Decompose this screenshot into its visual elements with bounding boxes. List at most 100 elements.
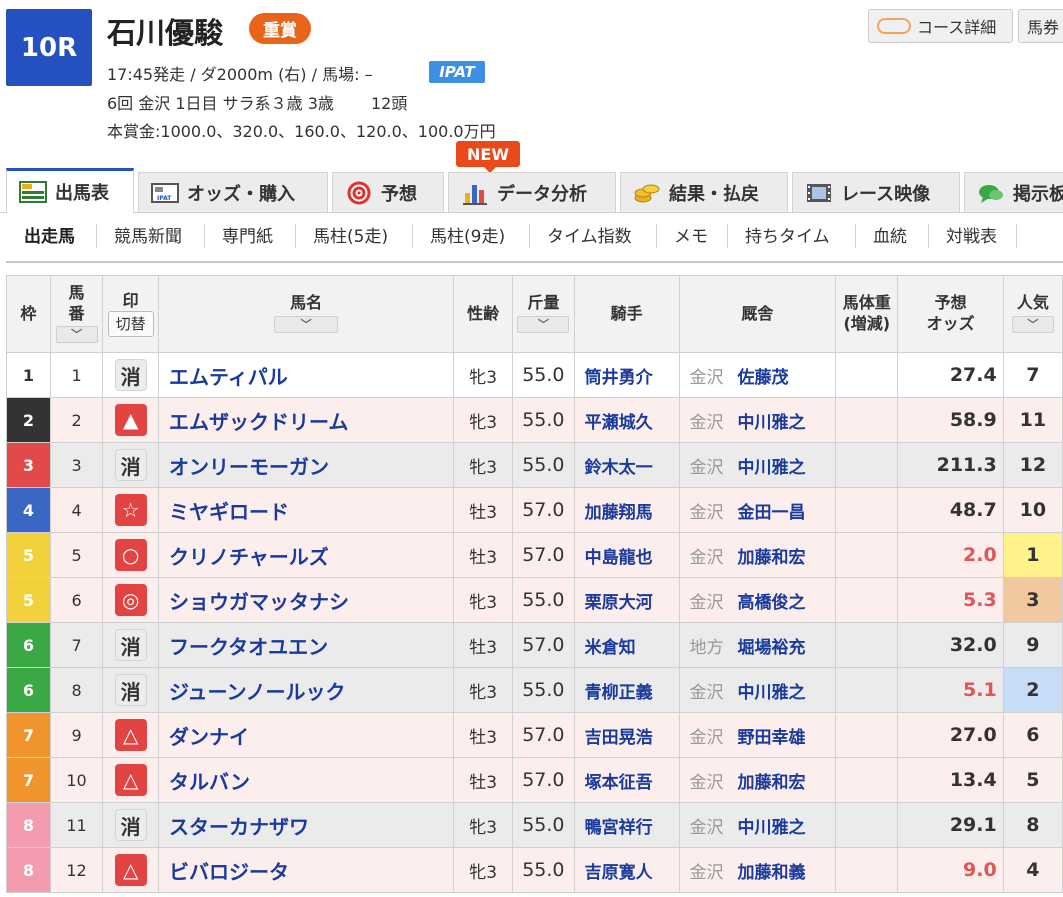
- jockey-link[interactable]: 米倉知: [573, 622, 680, 668]
- tab-data-analysis[interactable]: データ分析: [448, 172, 616, 212]
- mark-toggle-button[interactable]: 切替: [107, 311, 154, 338]
- subtab-umabashira-9[interactable]: 馬柱(9走): [430, 222, 505, 247]
- trainer-link[interactable]: 中川雅之: [738, 413, 806, 433]
- sort-arrow-icon[interactable]: ﹀: [55, 326, 98, 344]
- subtab-shussouba[interactable]: 出走馬: [24, 222, 75, 247]
- trainer-link[interactable]: 中川雅之: [738, 458, 806, 478]
- mark-button[interactable]: 消: [114, 629, 147, 661]
- col-umaban[interactable]: 馬 番 ﹀: [49, 275, 104, 353]
- horse-name-link[interactable]: スターカナザワ: [157, 802, 455, 848]
- subtab-time-index[interactable]: タイム指数: [547, 222, 632, 247]
- horse-name-link[interactable]: ミヤギロード: [157, 487, 455, 533]
- subtab-memo[interactable]: メモ: [674, 222, 708, 247]
- mark-button[interactable]: 消: [114, 449, 147, 481]
- mark-cell[interactable]: 消: [102, 802, 159, 848]
- mark-button[interactable]: ☆: [114, 494, 147, 526]
- sort-arrow-icon[interactable]: ﹀: [517, 316, 570, 333]
- sort-arrow-icon[interactable]: ﹀: [1011, 316, 1054, 333]
- jockey-link[interactable]: 鴨宮祥行: [573, 802, 680, 848]
- sort-arrow-icon[interactable]: ﹀: [274, 316, 339, 333]
- jockey-link[interactable]: 栗原大河: [573, 577, 680, 623]
- subtab-separator: [1016, 224, 1017, 248]
- odds-cell: 211.3: [897, 442, 1004, 488]
- jockey-link[interactable]: 塚本征吾: [573, 757, 680, 803]
- course-detail-button[interactable]: コース詳細: [868, 9, 1013, 43]
- mark-button[interactable]: 消: [114, 809, 147, 841]
- jockey-link[interactable]: 吉田晃浩: [573, 712, 680, 758]
- subtab-matchup[interactable]: 対戦表: [946, 222, 997, 247]
- stable-cell: 金沢 金田一昌: [678, 487, 837, 533]
- jockey-link[interactable]: 鈴木太一: [573, 442, 680, 488]
- tab-results[interactable]: 結果・払戻: [620, 172, 788, 212]
- trainer-link[interactable]: 中川雅之: [738, 818, 806, 838]
- mark-cell[interactable]: △: [102, 847, 159, 893]
- mark-cell[interactable]: △: [102, 757, 159, 803]
- horse-name-link[interactable]: タルバン: [157, 757, 455, 803]
- subtab-umabashira-5[interactable]: 馬柱(5走): [313, 222, 388, 247]
- horse-name-link[interactable]: ダンナイ: [157, 712, 455, 758]
- jockey-link[interactable]: 青柳正義: [573, 667, 680, 713]
- jockey-link[interactable]: 平瀬城久: [573, 397, 680, 443]
- jockey-link[interactable]: 筒井勇介: [573, 352, 680, 398]
- trainer-link[interactable]: 佐藤茂: [738, 368, 789, 388]
- tab-board[interactable]: 掲示板: [964, 172, 1063, 212]
- mark-button[interactable]: 消: [114, 359, 147, 391]
- tab-shutsubahyo[interactable]: 出馬表: [6, 168, 134, 213]
- trainer-link[interactable]: 高橋俊之: [738, 593, 806, 613]
- trainer-link[interactable]: 加藤和宏: [738, 548, 806, 568]
- jockey-link[interactable]: 吉原寛人: [573, 847, 680, 893]
- subtab-underline: [6, 261, 1063, 263]
- mark-cell[interactable]: 消: [102, 622, 159, 668]
- col-horse[interactable]: 馬名 ﹀: [157, 275, 455, 353]
- mark-cell[interactable]: △: [102, 712, 159, 758]
- horse-name-link[interactable]: ジューンノールック: [157, 667, 455, 713]
- jockey-link[interactable]: 加藤翔馬: [573, 487, 680, 533]
- ipat-badge[interactable]: IPAT: [429, 61, 485, 83]
- trainer-link[interactable]: 金田一昌: [738, 503, 806, 523]
- subtab-keiba-shinbun[interactable]: 競馬新聞: [114, 222, 182, 247]
- mark-cell[interactable]: ▲: [102, 397, 159, 443]
- trainer-link[interactable]: 堀場裕充: [738, 638, 806, 658]
- mark-button[interactable]: △: [114, 764, 147, 796]
- col-weight[interactable]: 斤量 ﹀: [512, 275, 575, 353]
- mark-button[interactable]: 消: [114, 674, 147, 706]
- horse-name-link[interactable]: オンリーモーガン: [157, 442, 455, 488]
- body-weight-cell: [835, 397, 899, 443]
- horse-name-link[interactable]: エムティパル: [157, 352, 455, 398]
- jockey-link[interactable]: 中島龍也: [573, 532, 680, 578]
- umaban-cell: 9: [49, 712, 104, 758]
- sex-age-cell: 牝3: [453, 577, 514, 623]
- mark-button[interactable]: ▲: [114, 404, 147, 436]
- col-odds[interactable]: 予想 オッズ: [897, 275, 1004, 353]
- mark-button[interactable]: △: [114, 854, 147, 886]
- tab-yosou[interactable]: 予想: [332, 172, 444, 212]
- trainer-link[interactable]: 中川雅之: [738, 683, 806, 703]
- umaban-cell: 2: [49, 397, 104, 443]
- mark-cell[interactable]: 消: [102, 667, 159, 713]
- tab-odds[interactable]: IPAT オッズ・購入: [138, 172, 328, 212]
- mark-cell[interactable]: 消: [102, 442, 159, 488]
- baken-button[interactable]: 馬券: [1018, 9, 1063, 43]
- subtab-blood[interactable]: 血統: [873, 222, 907, 247]
- horse-name-link[interactable]: クリノチャールズ: [157, 532, 455, 578]
- trainer-link[interactable]: 野田幸雄: [738, 728, 806, 748]
- horse-name-link[interactable]: エムザックドリーム: [157, 397, 455, 443]
- mark-cell[interactable]: ◎: [102, 577, 159, 623]
- horse-name-link[interactable]: ビバロジータ: [157, 847, 455, 893]
- subtab-mochi-time[interactable]: 持ちタイム: [745, 222, 830, 247]
- trainer-link[interactable]: 加藤和宏: [738, 773, 806, 793]
- horse-name-link[interactable]: フークタオユエン: [157, 622, 455, 668]
- col-popularity[interactable]: 人気 ﹀: [1002, 275, 1063, 353]
- mark-cell[interactable]: 消: [102, 352, 159, 398]
- mark-button[interactable]: ◎: [114, 584, 147, 616]
- mark-cell[interactable]: ☆: [102, 487, 159, 533]
- horse-name-link[interactable]: ショウガマッタナシ: [157, 577, 455, 623]
- trainer-link[interactable]: 加藤和義: [738, 863, 806, 883]
- mark-button[interactable]: △: [114, 719, 147, 751]
- tab-race-video[interactable]: レース映像: [792, 172, 960, 212]
- stable-region: 金沢: [689, 682, 724, 703]
- subtab-senmonshi[interactable]: 専門紙: [222, 222, 273, 247]
- mark-button[interactable]: ○: [114, 539, 147, 571]
- mark-cell[interactable]: ○: [102, 532, 159, 578]
- tab-label: 結果・払戻: [669, 183, 759, 205]
